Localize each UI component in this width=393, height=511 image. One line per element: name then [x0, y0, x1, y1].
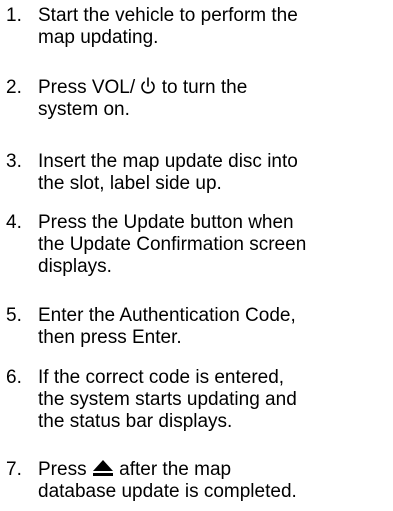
step-number: 6.	[6, 367, 22, 388]
step-number: 1.	[6, 5, 22, 26]
step-text: Enter the Authentication Code, then pres…	[38, 305, 390, 349]
step-number: 4.	[6, 212, 22, 233]
step-text-fragment: Press	[38, 459, 92, 480]
step-text-fragment: to turn the	[156, 77, 248, 98]
step-text-fragment: after the map	[113, 459, 232, 480]
step-text-fragment: Press VOL/	[38, 77, 141, 98]
step-number: 2.	[6, 77, 22, 98]
step-text: Insert the map update disc into the slot…	[38, 151, 390, 195]
step-text: Press VOL/ to turn the system on.	[38, 77, 390, 121]
step-text-line: Press VOL/ to turn the	[38, 77, 390, 99]
step-text-line: the system starts updating and	[38, 389, 297, 410]
step-text: Start the vehicle to perform the map upd…	[38, 5, 390, 49]
step-text-line: map updating.	[38, 27, 159, 48]
step-text-line: then press Enter.	[38, 327, 182, 348]
step-text-line: the Update Confirmation screen	[38, 234, 307, 255]
step-text-line: system on.	[38, 99, 130, 120]
power-icon	[140, 77, 156, 95]
step-text: Press the Update button when the Update …	[38, 212, 390, 278]
step-text-line: the slot, label side up.	[38, 173, 222, 194]
step-text-line: Insert the map update disc into	[38, 151, 298, 172]
step-text-line: displays.	[38, 256, 112, 277]
step-number: 5.	[6, 305, 22, 326]
step-text: If the correct code is entered, the syst…	[38, 367, 390, 433]
step-text-line: Start the vehicle to perform the	[38, 5, 298, 26]
step-text-line: Press the Update button when	[38, 212, 294, 233]
step-text: Press after the map database update is c…	[38, 459, 390, 503]
step-text-line: the status bar displays.	[38, 411, 233, 432]
step-text-line: database update is completed.	[38, 481, 297, 502]
eject-icon	[92, 459, 114, 477]
step-text-line: Press after the map	[38, 459, 390, 481]
step-text-line: If the correct code is entered,	[38, 367, 285, 388]
step-text-line: Enter the Authentication Code,	[38, 305, 296, 326]
step-number: 3.	[6, 151, 22, 172]
step-number: 7.	[6, 459, 22, 480]
